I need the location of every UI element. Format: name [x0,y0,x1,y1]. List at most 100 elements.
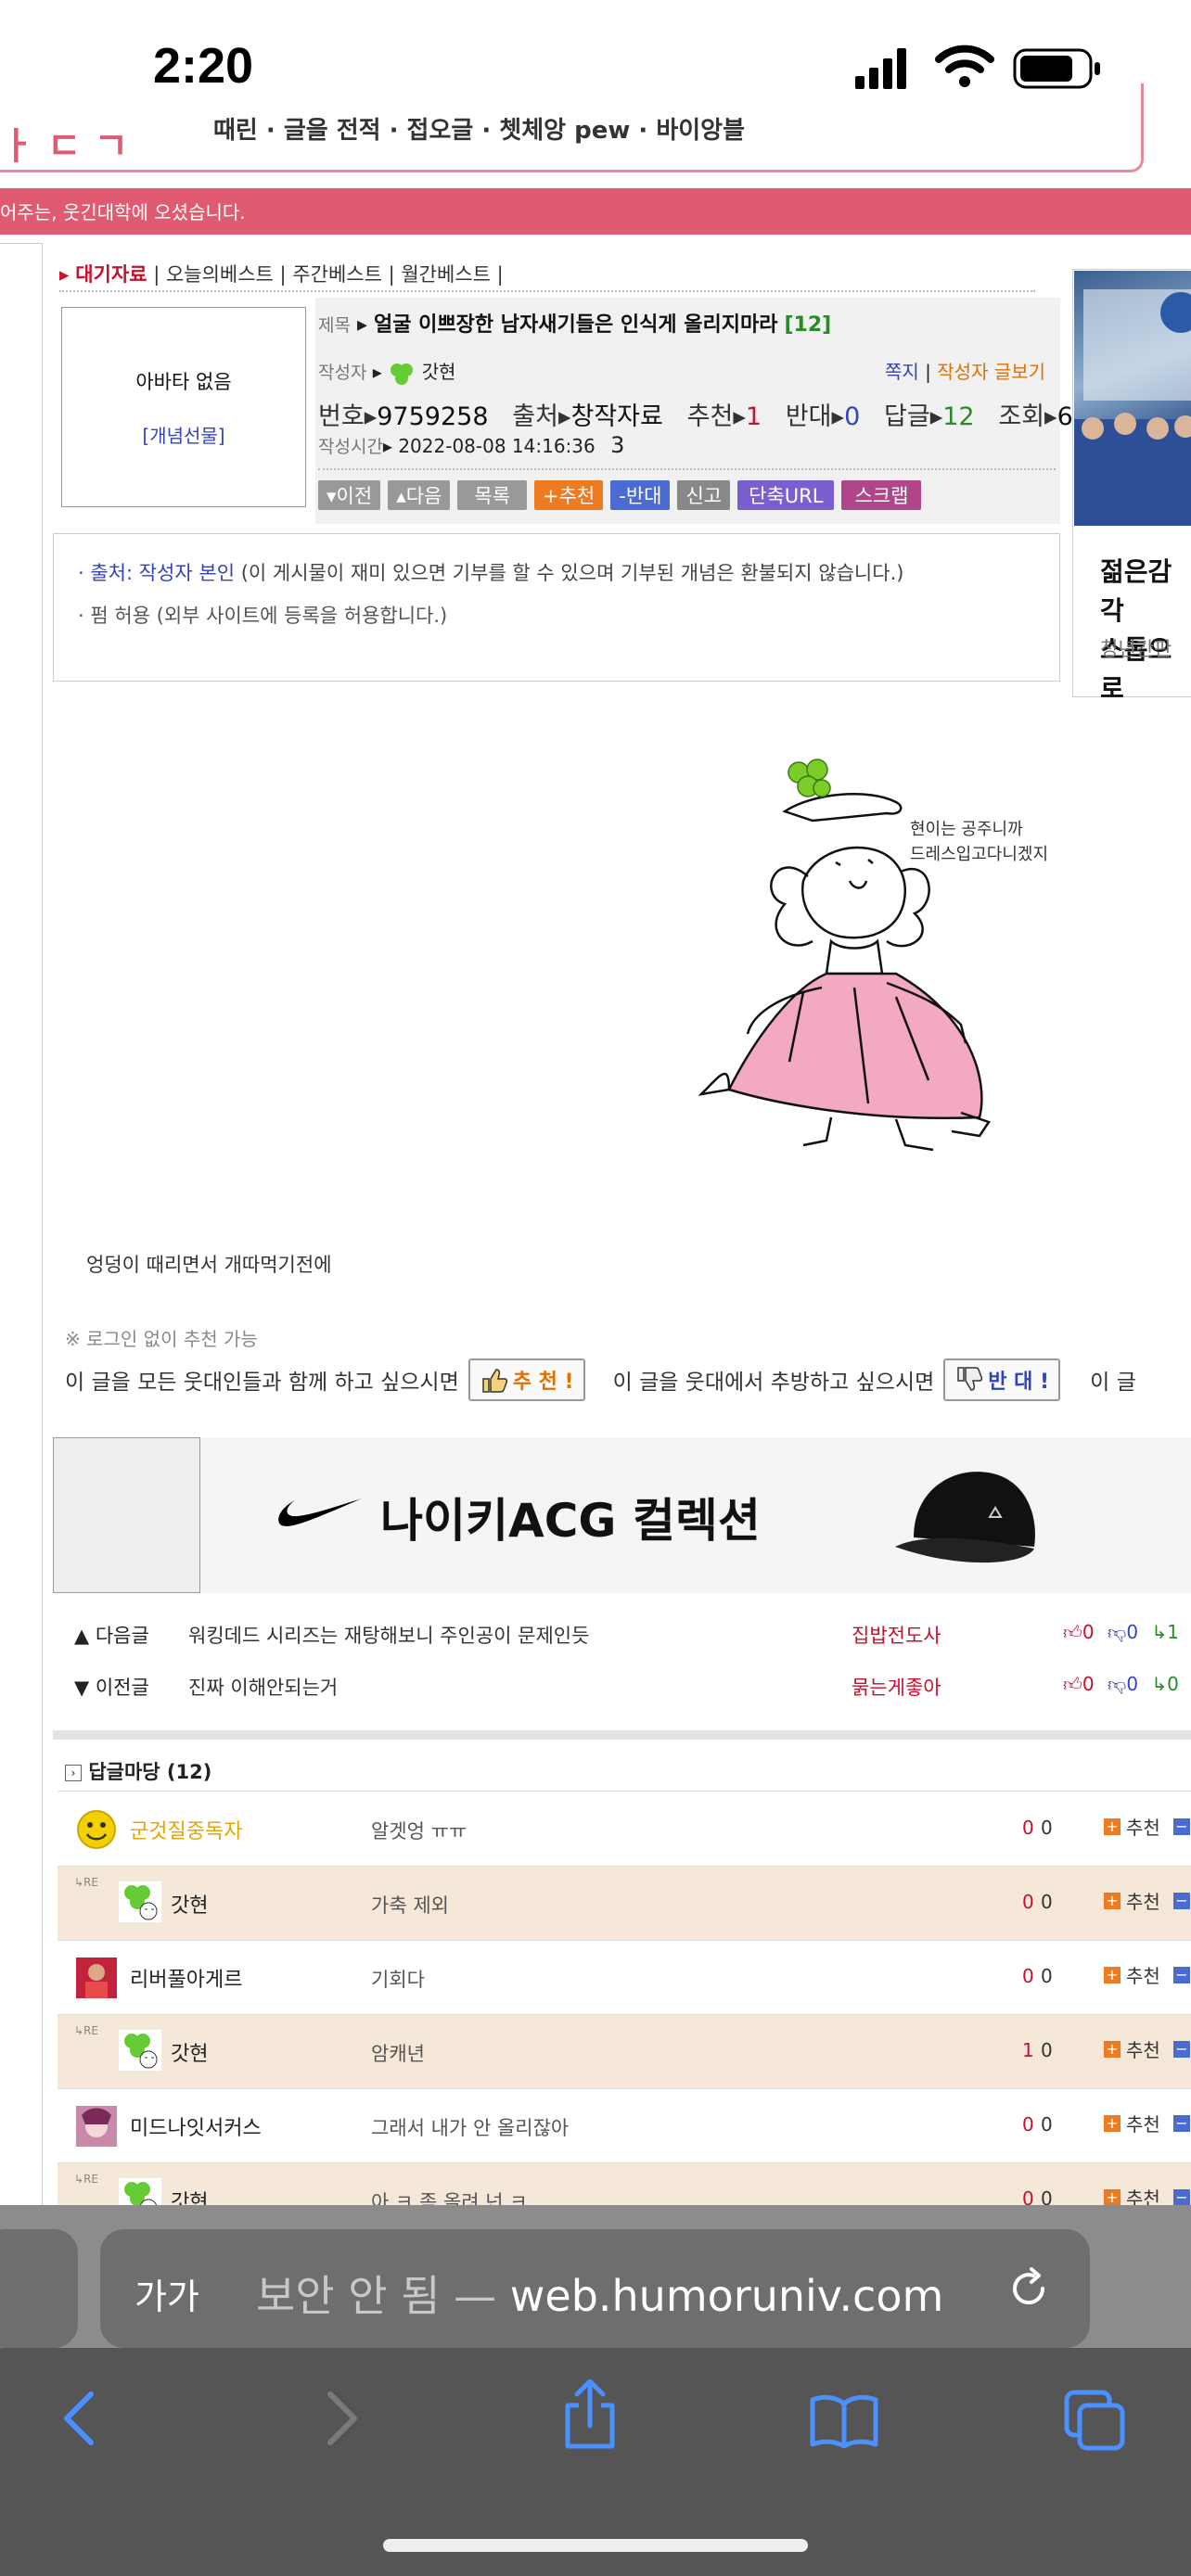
post-action-buttons: ▾이전 ▴다음 목록 +추천 -반대 신고 단축URL 스크랩 [318,480,922,510]
link-daily-best[interactable]: 오늘의베스트 [166,263,274,286]
author-nick[interactable]: 갓현 [422,361,456,383]
source-line: · 출처: 작성자 본인 (이 게시물이 재미 있으면 기부를 할 수 있으며 … [78,558,903,586]
reader-options-button[interactable]: 가가 [134,2268,199,2319]
minus-icon[interactable]: − [1172,1892,1190,1909]
post-number: 9759258 [377,402,489,431]
minus-icon[interactable]: − [1172,1817,1190,1835]
next-post-row[interactable]: ▲ 다음글 워킹데드 시리즈는 재탕해보니 주인공이 문제인듯 집밥전도사 [74,1621,941,1649]
anime-avatar-icon [76,2106,117,2147]
bookmarks-icon[interactable] [809,2392,879,2448]
prev-post-nick[interactable]: 묽는게좋아 [852,1673,941,1701]
plus-icon: + [1104,1892,1121,1909]
reply-count: 12 [942,402,975,431]
author-label: 작성자 [318,363,367,383]
against-big-button[interactable]: 반 대 ! [943,1358,1061,1401]
comment-recommend-label: 추천 [1126,2113,1160,2136]
report-button[interactable]: 신고 [677,480,731,510]
link-monthly-best[interactable]: 월간베스트 [401,263,491,286]
site-logo-fragment[interactable]: ㅏ ㄷ ㄱ [0,116,128,170]
concept-gift-link[interactable]: [개념선물] [61,421,306,448]
author-clover-icon [391,363,414,385]
next-post-stats: 👍︎0 👎︎0 ↳1 [1063,1621,1179,1644]
time-label: 작성시간 [318,437,383,457]
minus-icon[interactable]: − [1172,2040,1190,2058]
thumbs-down-icon [957,1367,983,1391]
comment-nick[interactable]: 미드나잇서커스 [130,2111,262,2141]
next-post-label: ▲ 다음글 [74,1625,149,1647]
share-icon[interactable] [560,2379,620,2450]
link-waiting[interactable]: 대기자료 [75,263,147,286]
people-photo-icon [1074,289,1191,526]
minus-icon[interactable]: − [1172,2114,1190,2132]
url-text[interactable]: 보안 안 됨 — web.humoruniv.com [256,2263,943,2324]
comment-text: 알겟엉 ㅠㅠ [371,1820,467,1843]
reply-arrow-icon: ↳ [1151,1621,1168,1643]
link-weekly-best[interactable]: 주간베스트 [292,263,382,286]
recommend-button[interactable]: +추천 [534,480,604,510]
comment-down-count: 0 [1041,1817,1053,1839]
comment-recommend-button[interactable]: + 추천 − [1104,1961,1190,1988]
prev-reply: 0 [1167,1673,1179,1695]
against-big-label: 반 대 ! [988,1371,1050,1394]
thumb-down-mini-icon: 👎︎ [1108,1621,1127,1643]
post-time: 2022-08-08 14:16:36 [398,435,596,457]
share-permission-line: · 펌 허용 (외부 사이트에 등록을 허용합니다.) [78,605,448,627]
previous-tab-stub[interactable] [0,2229,78,2348]
comment-recommend-button[interactable]: + 추천 − [1104,1887,1190,1914]
post-drawing: 현이는 공주니까 드레스입고다니겠지 [590,756,1082,1182]
tabs-icon[interactable] [1063,2389,1128,2452]
message-link[interactable]: 쪽지 [885,361,919,383]
comment-nick[interactable]: 갓현 [171,2037,208,2067]
against-button[interactable]: -반대 [610,480,671,510]
author-posts-link[interactable]: 작성자 글보기 [937,361,1045,383]
expand-icon: › [65,1765,82,1781]
source-line-text: (이 게시물이 재미 있으면 기부를 할 수 있으며 기부된 개념은 환불되지 … [235,562,904,584]
next-post-title[interactable]: 워킹데드 시리즈는 재탕해보니 주인공이 문제인듯 [188,1621,589,1649]
prev-post-row[interactable]: ▼ 이전글 진짜 이해안되는거 묽는게좋아 [74,1673,941,1701]
comments-header[interactable]: › 답글마당 (12) [65,1757,211,1785]
comment-nick[interactable]: 리버풀아게르 [130,1963,242,1993]
prev-post-title[interactable]: 진짜 이해안되는거 [188,1673,338,1701]
comment-recommend-label: 추천 [1126,2039,1160,2061]
rec-tail: 이 글 [1090,1371,1136,1395]
list-button[interactable]: 목록 [457,480,528,510]
divider [318,468,1056,470]
short-url-button[interactable]: 단축URL [737,480,835,510]
next-reply: 1 [1167,1621,1179,1643]
forward-arrow-icon[interactable] [317,2391,364,2446]
rec-prompt: 이 글을 모든 웃대인들과 함께 하고 싶으시면 [65,1371,459,1395]
comment-recommend-button[interactable]: + 추천 − [1104,2110,1190,2136]
drawing-caption-2: 드레스입고다니겠지 [910,845,1048,864]
arrow-right-icon: ▸ [59,263,70,286]
next-post-nick[interactable]: 집밥전도사 [852,1621,941,1649]
comment-recommend-button[interactable]: + 추천 − [1104,1813,1190,1840]
side-ad-title-line1: 젊은감각 [1100,556,1172,626]
next-up: 0 [1082,1621,1095,1643]
cap-image-icon [895,1472,1035,1563]
comments-title: 답글마당 (12) [88,1761,212,1783]
comment-text: 그래서 내가 안 올리잖아 [371,2117,570,2139]
prev-button[interactable]: ▾이전 [318,480,381,510]
scrap-button[interactable]: 스크랩 [841,480,922,510]
recommend-big-button[interactable]: 추 천 ! [467,1358,585,1401]
next-button[interactable]: ▴다음 [388,480,451,510]
comment-recommend-button[interactable]: + 추천 − [1104,2035,1190,2062]
avatar-box [61,307,306,507]
top-nav-menu[interactable]: 때린 · 글을 전적 · 접오글 · 쳇체앙 pew · 바이앙블 [213,111,745,146]
reload-icon[interactable] [1005,2265,1052,2312]
minus-icon[interactable]: − [1172,1966,1190,1983]
view-label: 조회 [998,402,1045,431]
comment-nick[interactable]: 갓현 [171,1889,208,1919]
back-arrow-icon[interactable] [58,2391,104,2446]
reply-re-icon: ↳RE [74,2173,98,2186]
clover-avatar-icon [119,2030,161,2071]
comment-down-count: 0 [1041,2113,1053,2136]
next-down: 0 [1126,1621,1139,1643]
against-label: 반대 [785,402,832,431]
comment-text: 암캐년 [371,2043,425,2065]
minus-icon[interactable]: − [1172,2188,1190,2206]
comment-nick[interactable]: 군것질중독자 [130,1815,242,1844]
rec-label: 추천 [686,402,734,431]
source-line-label: · 출처: 작성자 본인 [78,562,236,584]
thumbs-up-icon [482,1369,507,1393]
